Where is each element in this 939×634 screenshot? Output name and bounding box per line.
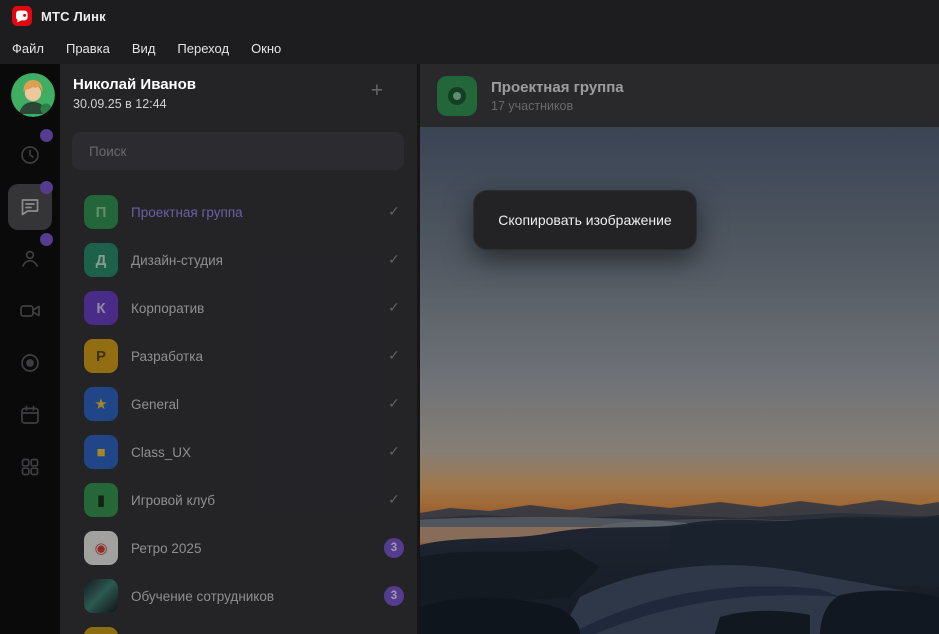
search-input[interactable]: Поиск bbox=[72, 132, 404, 170]
chat-list-item[interactable]: К Корпоратив ✓ bbox=[60, 284, 417, 332]
chat-avatar: ▮ bbox=[84, 483, 118, 517]
window-title: МТС Линк bbox=[41, 8, 106, 24]
menu-окно[interactable]: Окно bbox=[240, 35, 292, 61]
chat-list: П Проектная группа ✓ Д Дизайн-студия ✓ К Корпор… bbox=[60, 188, 417, 634]
chat-avatar bbox=[84, 627, 118, 634]
chat-name: Class_UX bbox=[131, 444, 192, 460]
chat-avatar: ■ bbox=[84, 435, 118, 469]
chat-name: Обучение сотрудников bbox=[131, 588, 275, 604]
read-check-icon: ✓ bbox=[388, 347, 400, 363]
app-logo-icon bbox=[12, 6, 32, 26]
chat-list-item[interactable]: Р Разработка ✓ bbox=[60, 332, 417, 380]
chat-name: Корпоратив bbox=[131, 300, 205, 316]
menu-переход[interactable]: Переход bbox=[166, 35, 240, 61]
search-placeholder: Поиск bbox=[89, 143, 127, 159]
chat-list-item[interactable]: ■ Class_UX ✓ bbox=[60, 428, 417, 476]
sidebar-rail-items bbox=[0, 129, 60, 496]
unread-count-badge: 3 bbox=[371, 538, 417, 558]
profile-header[interactable]: Николай Иванов 30.09.25 в 12:44 bbox=[73, 76, 196, 111]
contacts-icon bbox=[18, 247, 42, 271]
chat-name: Ретро 2025 bbox=[131, 540, 202, 556]
chat-name: Разработка bbox=[131, 348, 203, 364]
chat-avatar: Д bbox=[84, 243, 118, 277]
menu-bar: Файл Правка Вид Переход Окно bbox=[0, 32, 939, 64]
read-check-icon: ✓ bbox=[388, 251, 400, 267]
notification-badge bbox=[40, 233, 53, 246]
sidebar-item-calendar[interactable] bbox=[8, 392, 52, 438]
sidebar-item-contacts[interactable] bbox=[8, 233, 53, 282]
menu-правка[interactable]: Правка bbox=[55, 35, 121, 61]
boards-icon bbox=[18, 455, 42, 479]
chat-avatar: ◉ bbox=[84, 531, 118, 565]
read-check-icon: ✓ bbox=[388, 395, 400, 411]
notification-badge bbox=[40, 129, 53, 142]
chat-avatar: ★ bbox=[84, 387, 118, 421]
history-icon bbox=[18, 143, 42, 167]
profile-timestamp: 30.09.25 в 12:44 bbox=[73, 97, 167, 111]
record-icon bbox=[18, 351, 42, 375]
sidebar-item-chats[interactable] bbox=[8, 181, 53, 230]
chat-avatar: П bbox=[84, 195, 118, 229]
app-body: Николай Иванов 30.09.25 в 12:44 + Поиск … bbox=[0, 64, 939, 634]
chat-avatar: К bbox=[84, 291, 118, 325]
chat-list-item[interactable] bbox=[60, 620, 417, 634]
read-check-icon: ✓ bbox=[388, 299, 400, 315]
chat-list-item[interactable]: П Проектная группа ✓ bbox=[60, 188, 417, 236]
sidebar-item-record[interactable] bbox=[8, 340, 52, 386]
chats-icon bbox=[18, 195, 42, 219]
chat-name: Проектная группа bbox=[131, 204, 243, 220]
chat-name: Дизайн-студия bbox=[131, 252, 223, 268]
title-bar: МТС Линк bbox=[0, 0, 939, 32]
meetings-icon bbox=[18, 299, 42, 323]
conversation-avatar bbox=[437, 75, 477, 116]
menu-файл[interactable]: Файл bbox=[0, 35, 55, 61]
unread-count-badge: 3 bbox=[371, 586, 417, 606]
menu-вид[interactable]: Вид bbox=[121, 35, 167, 61]
chat-avatar bbox=[84, 579, 118, 613]
chat-name: General bbox=[131, 396, 180, 412]
chat-list-item[interactable]: Д Дизайн-студия ✓ bbox=[60, 236, 417, 284]
read-check-icon: ✓ bbox=[388, 203, 400, 219]
read-check-icon: ✓ bbox=[388, 491, 400, 507]
user-avatar[interactable] bbox=[11, 73, 55, 117]
sidebar-item-meetings[interactable] bbox=[8, 288, 52, 334]
chat-list-item[interactable]: Обучение сотрудников 3 bbox=[60, 572, 417, 620]
sidebar-item-boards[interactable] bbox=[8, 444, 52, 490]
chat-list-item[interactable]: ★ General ✓ bbox=[60, 380, 417, 428]
read-check-icon: ✓ bbox=[388, 443, 400, 459]
sidebar-item-history[interactable] bbox=[8, 129, 53, 178]
chat-name: Игровой клуб bbox=[131, 492, 216, 508]
context-menu-item-copy-image[interactable]: Скопировать изображение bbox=[492, 211, 677, 229]
sidebar-rail bbox=[0, 64, 60, 634]
conversation-area: Проектная группа 17 участников bbox=[420, 64, 939, 634]
chat-avatar: Р bbox=[84, 339, 118, 373]
context-menu: Скопировать изображение bbox=[473, 190, 697, 250]
conversation-title: Проектная группа bbox=[491, 78, 624, 96]
conversation-subtitle: 17 участников bbox=[491, 98, 574, 113]
new-chat-button[interactable]: + bbox=[365, 80, 389, 102]
chat-panel: Николай Иванов 30.09.25 в 12:44 + Поиск … bbox=[60, 64, 417, 634]
conversation-header[interactable]: Проектная группа 17 участников bbox=[420, 64, 939, 127]
calendar-icon bbox=[18, 403, 42, 427]
chat-list-item[interactable]: ▮ Игровой клуб ✓ bbox=[60, 476, 417, 524]
notification-badge bbox=[40, 181, 53, 194]
chat-list-item[interactable]: ◉ Ретро 2025 3 bbox=[60, 524, 417, 572]
profile-name: Николай Иванов bbox=[73, 76, 197, 93]
